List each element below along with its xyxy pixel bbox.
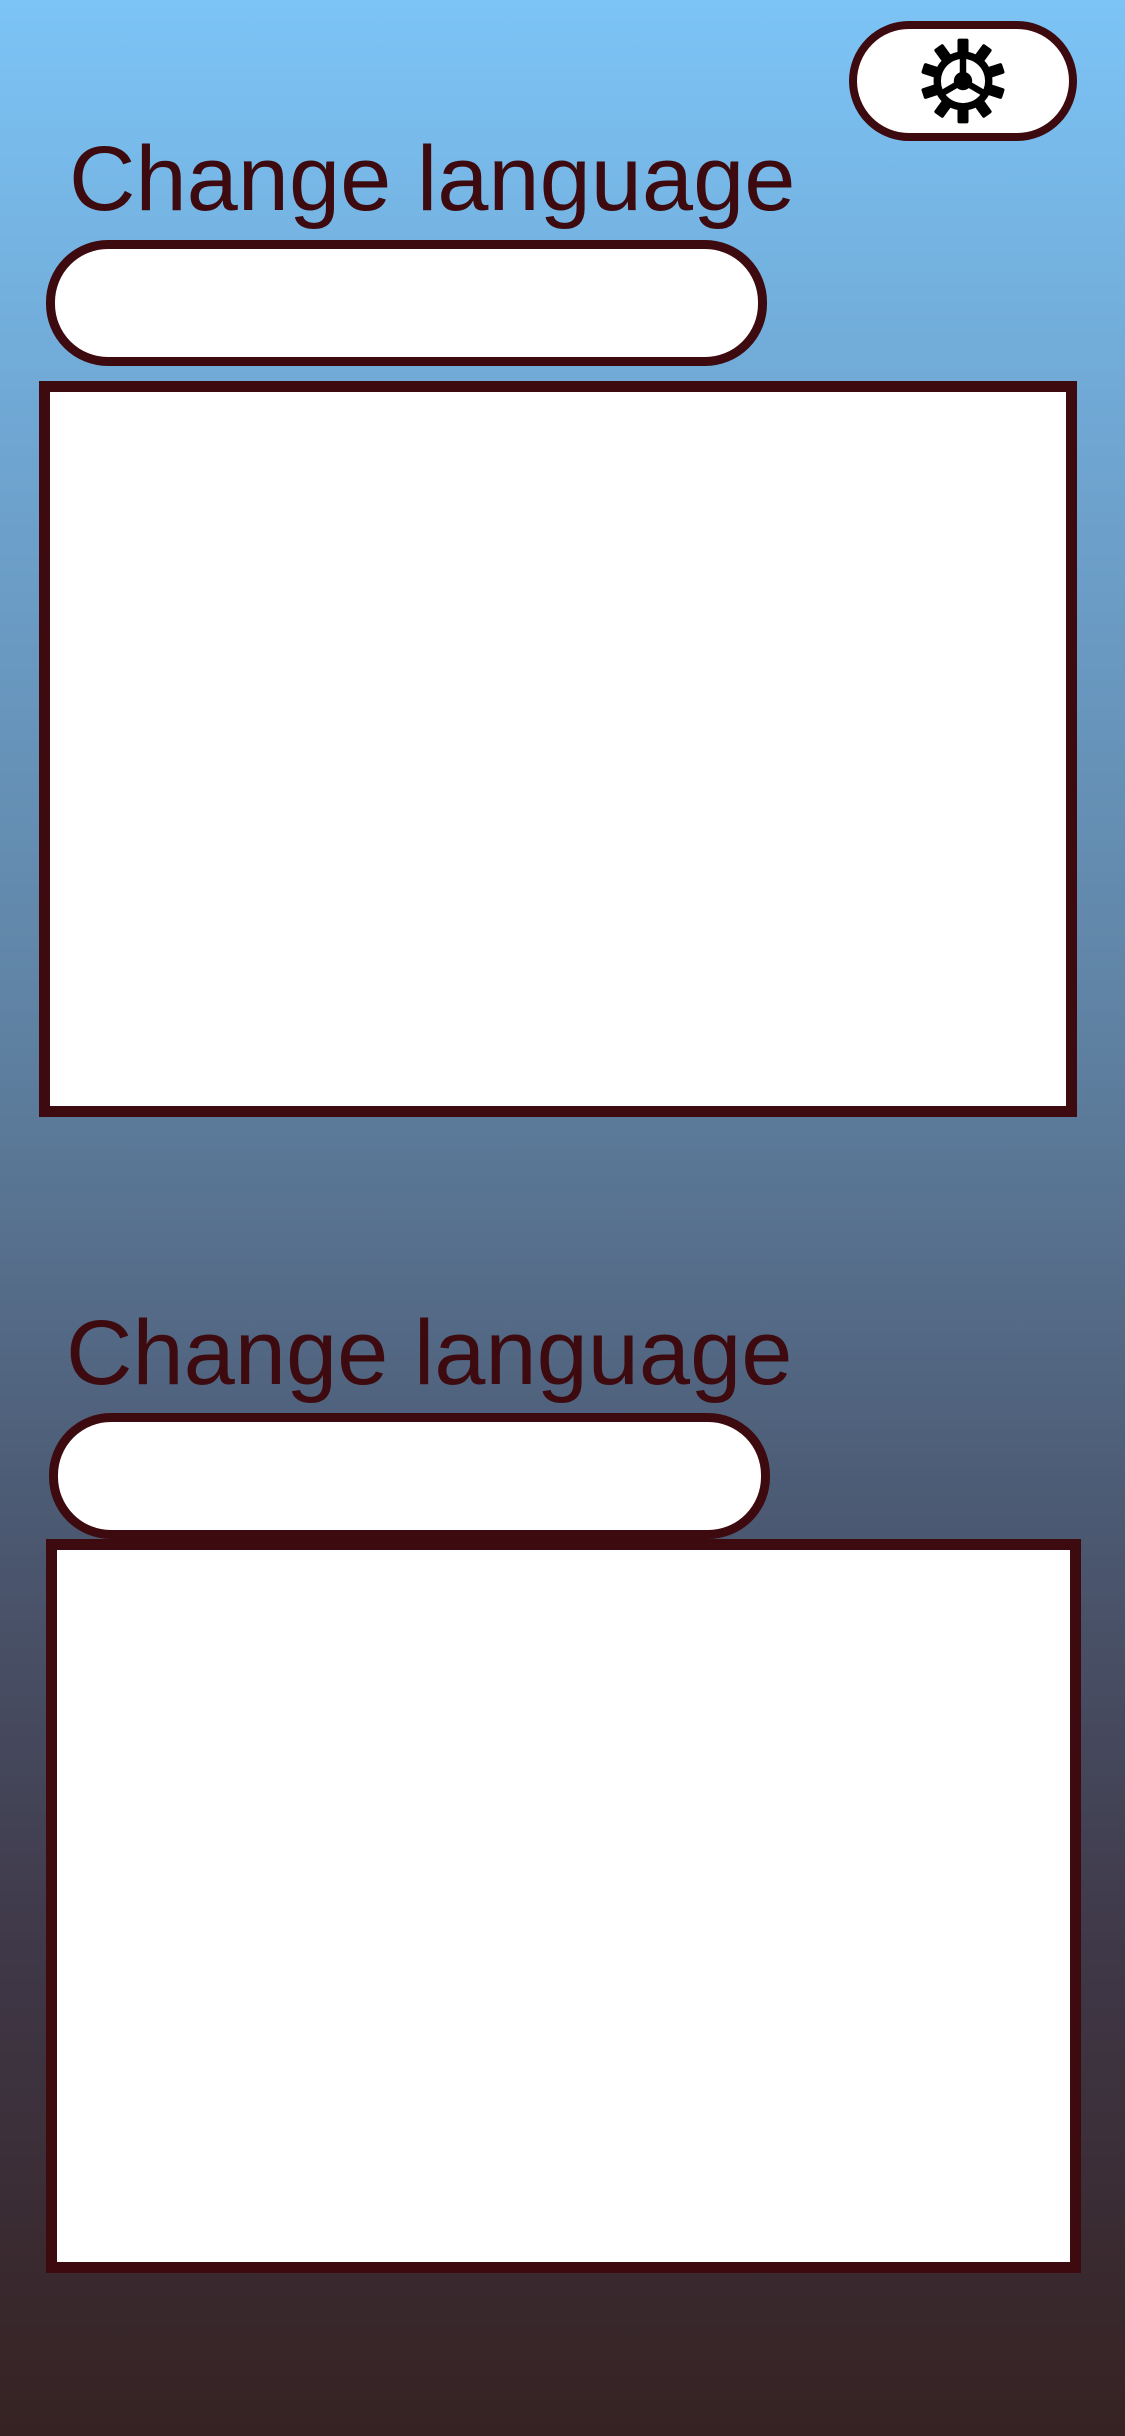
settings-button[interactable] — [849, 21, 1077, 141]
gear-icon — [921, 38, 1005, 124]
change-language-heading: Change language — [66, 1302, 793, 1404]
language-input[interactable] — [49, 1413, 770, 1539]
language-list-panel[interactable] — [39, 381, 1077, 1117]
language-input[interactable] — [46, 240, 767, 366]
change-language-heading: Change language — [69, 128, 796, 230]
language-list-panel[interactable] — [46, 1539, 1081, 2273]
app-screen: { "header": { "settings_icon": "gear-ico… — [0, 0, 1125, 2436]
